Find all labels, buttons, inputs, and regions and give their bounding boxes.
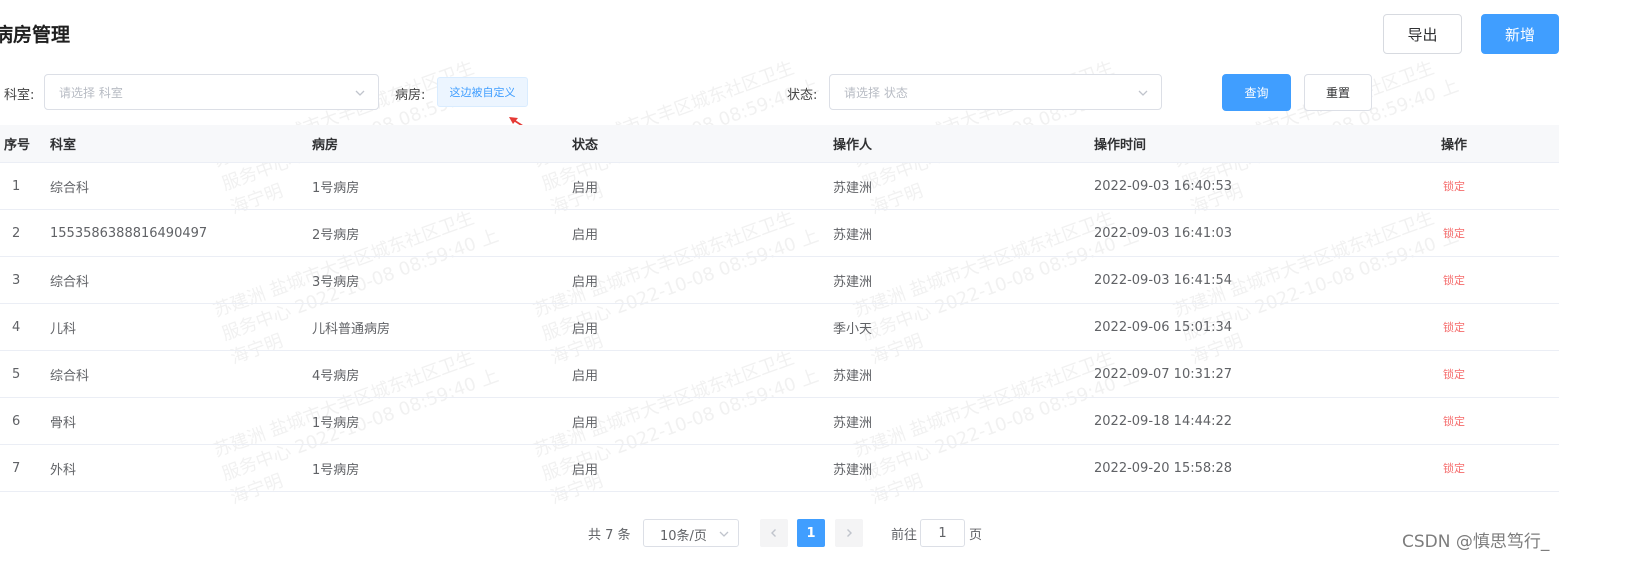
goto-label: 前往 xyxy=(891,527,918,543)
lock-link[interactable]: 锁定 xyxy=(1443,225,1465,241)
row-status: 启用 xyxy=(572,321,599,337)
page-title: 病房管理 xyxy=(0,24,71,46)
row-status: 启用 xyxy=(572,368,599,384)
row-dept: 综合科 xyxy=(50,368,90,384)
header-time: 操作时间 xyxy=(1094,138,1147,153)
table-header: 序号 科室 病房 状态 操作人 操作时间 操作 xyxy=(0,125,1559,163)
row-ward: 1号病房 xyxy=(312,415,360,431)
goto-unit-label: 页 xyxy=(969,527,983,543)
ward-custom-slot[interactable]: 这边被自定义 xyxy=(437,77,528,107)
row-index: 5 xyxy=(12,366,21,382)
row-time: 2022-09-03 16:41:54 xyxy=(1094,272,1233,288)
row-index: 4 xyxy=(12,319,21,335)
row-status: 启用 xyxy=(572,415,599,431)
page-size-select[interactable]: 10条/页 xyxy=(643,519,739,547)
dept-filter-label: 科室: xyxy=(4,88,35,103)
chevron-down-icon xyxy=(1138,90,1148,96)
ward-filter-label: 病房: xyxy=(395,88,426,103)
row-status: 启用 xyxy=(572,274,599,290)
chevron-down-icon xyxy=(355,90,365,96)
row-operator: 季小天 xyxy=(833,321,873,337)
row-ward: 1号病房 xyxy=(312,180,360,196)
dept-select[interactable]: 请选择 科室 xyxy=(44,74,379,110)
row-dept: 儿科 xyxy=(50,321,77,337)
prev-page-button[interactable] xyxy=(760,519,788,547)
row-time: 2022-09-20 15:58:28 xyxy=(1094,460,1233,476)
lock-link[interactable]: 锁定 xyxy=(1443,272,1465,288)
row-operator: 苏建洲 xyxy=(833,274,873,290)
row-ward: 1号病房 xyxy=(312,462,360,478)
row-time: 2022-09-06 15:01:34 xyxy=(1094,319,1233,335)
export-button[interactable]: 导出 xyxy=(1383,14,1462,54)
row-ward: 4号病房 xyxy=(312,368,360,384)
chevron-down-icon xyxy=(719,531,729,537)
status-filter-label: 状态: xyxy=(787,88,818,103)
table-row: 2 1553586388816490497 2号病房 启用 苏建洲 2022-0… xyxy=(0,210,1559,257)
header-index: 序号 xyxy=(4,138,31,153)
row-operator: 苏建洲 xyxy=(833,180,873,196)
lock-link[interactable]: 锁定 xyxy=(1443,178,1465,194)
goto-page-input[interactable]: 1 xyxy=(920,519,965,547)
row-operator: 苏建洲 xyxy=(833,227,873,243)
query-button[interactable]: 查询 xyxy=(1222,74,1291,111)
row-dept: 综合科 xyxy=(50,274,90,290)
row-time: 2022-09-03 16:40:53 xyxy=(1094,178,1233,194)
row-ward: 儿科普通病房 xyxy=(312,321,391,337)
table-row: 4 儿科 儿科普通病房 启用 季小天 2022-09-06 15:01:34 锁… xyxy=(0,304,1559,351)
row-time: 2022-09-18 14:44:22 xyxy=(1094,413,1233,429)
row-dept: 1553586388816490497 xyxy=(50,225,208,241)
add-button[interactable]: 新增 xyxy=(1481,14,1559,54)
row-operator: 苏建洲 xyxy=(833,415,873,431)
row-time: 2022-09-03 16:41:03 xyxy=(1094,225,1233,241)
pagination-total: 共 7 条 xyxy=(588,527,631,543)
lock-link[interactable]: 锁定 xyxy=(1443,366,1465,382)
row-time: 2022-09-07 10:31:27 xyxy=(1094,366,1233,382)
ward-table: 序号 科室 病房 状态 操作人 操作时间 操作 1 综合科 1号病房 启用 苏建… xyxy=(0,125,1559,492)
next-page-button[interactable] xyxy=(835,519,863,547)
table-row: 5 综合科 4号病房 启用 苏建洲 2022-09-07 10:31:27 锁定 xyxy=(0,351,1559,398)
header-ward: 病房 xyxy=(312,138,339,153)
status-select-placeholder: 请选择 状态 xyxy=(844,86,908,100)
reset-button[interactable]: 重置 xyxy=(1304,74,1372,111)
row-index: 7 xyxy=(12,460,21,476)
header-operator: 操作人 xyxy=(833,138,873,153)
page-size-value: 10条/页 xyxy=(660,529,707,544)
row-dept: 综合科 xyxy=(50,180,90,196)
row-index: 2 xyxy=(12,225,21,241)
table-row: 6 骨科 1号病房 启用 苏建洲 2022-09-18 14:44:22 锁定 xyxy=(0,398,1559,445)
row-index: 6 xyxy=(12,413,21,429)
dept-select-placeholder: 请选择 科室 xyxy=(59,86,123,100)
lock-link[interactable]: 锁定 xyxy=(1443,413,1465,429)
table-row: 7 外科 1号病房 启用 苏建洲 2022-09-20 15:58:28 锁定 xyxy=(0,445,1559,492)
row-status: 启用 xyxy=(572,180,599,196)
chevron-left-icon xyxy=(771,529,776,537)
row-ward: 2号病房 xyxy=(312,227,360,243)
row-dept: 外科 xyxy=(50,462,77,478)
header-status: 状态 xyxy=(572,138,599,153)
header-action: 操作 xyxy=(1440,138,1467,153)
table-row: 3 综合科 3号病房 启用 苏建洲 2022-09-03 16:41:54 锁定 xyxy=(0,257,1559,304)
lock-link[interactable]: 锁定 xyxy=(1443,319,1465,335)
row-index: 3 xyxy=(12,272,21,288)
csdn-credit: CSDN @慎思笃行_ xyxy=(1402,532,1550,552)
chevron-right-icon xyxy=(847,529,852,537)
page-number-current[interactable]: 1 xyxy=(797,519,825,547)
row-operator: 苏建洲 xyxy=(833,462,873,478)
row-dept: 骨科 xyxy=(50,415,77,431)
row-status: 启用 xyxy=(572,227,599,243)
row-index: 1 xyxy=(12,178,21,194)
lock-link[interactable]: 锁定 xyxy=(1443,460,1465,476)
row-ward: 3号病房 xyxy=(312,274,360,290)
row-operator: 苏建洲 xyxy=(833,368,873,384)
header-dept: 科室 xyxy=(50,138,77,153)
row-status: 启用 xyxy=(572,462,599,478)
table-row: 1 综合科 1号病房 启用 苏建洲 2022-09-03 16:40:53 锁定 xyxy=(0,163,1559,210)
status-select[interactable]: 请选择 状态 xyxy=(829,74,1162,110)
